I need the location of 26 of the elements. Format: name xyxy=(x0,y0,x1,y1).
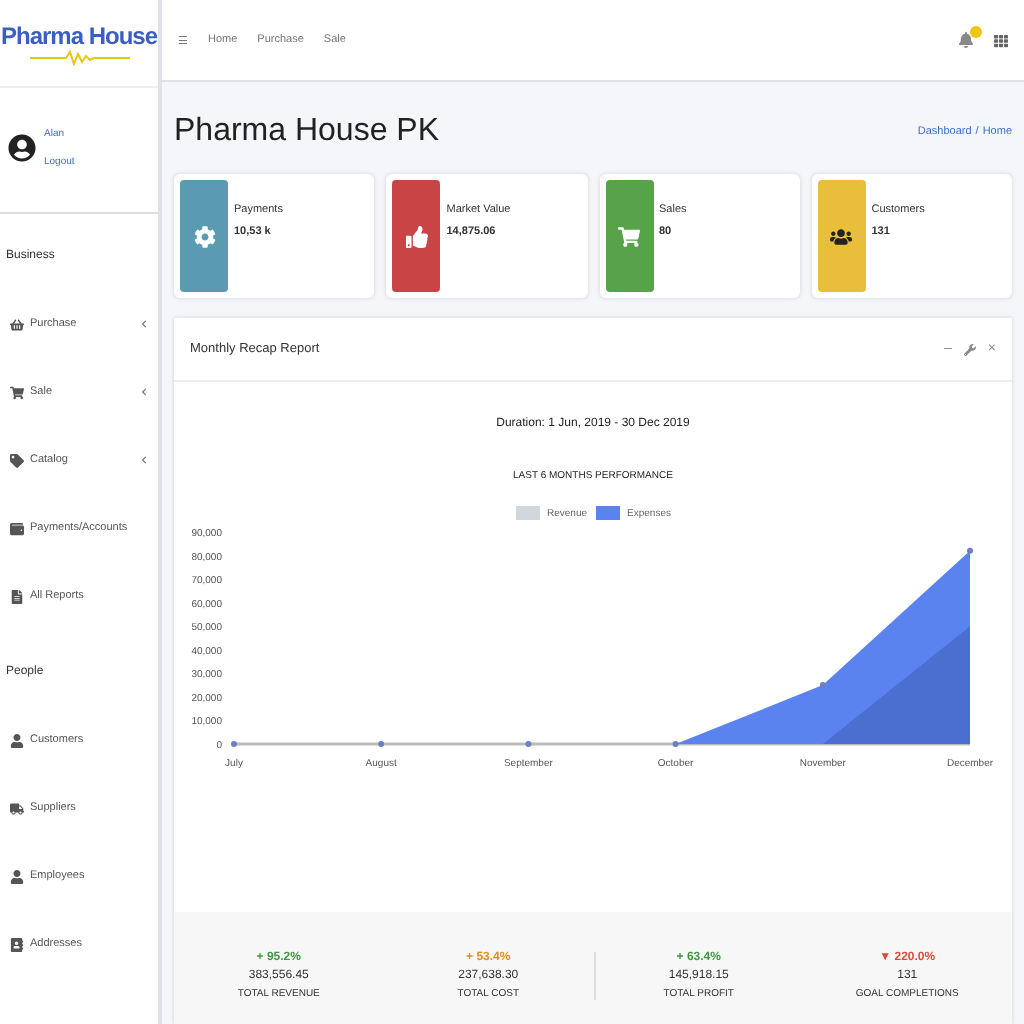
tag-icon xyxy=(10,453,24,467)
data-point xyxy=(525,741,532,747)
truck-icon xyxy=(10,801,24,815)
person-icon xyxy=(10,869,24,883)
notification-badge xyxy=(970,26,982,38)
data-point xyxy=(819,682,826,689)
bell-icon[interactable] xyxy=(958,32,974,48)
data-point xyxy=(378,741,385,747)
gear-icon xyxy=(193,225,215,247)
data-point xyxy=(231,741,237,747)
person-icon xyxy=(10,733,24,747)
cart-icon xyxy=(10,385,24,399)
thumbs-up-icon xyxy=(405,225,428,247)
cart-icon xyxy=(618,225,640,247)
address-book-icon xyxy=(10,937,24,951)
wrench-icon[interactable] xyxy=(963,343,976,355)
basket-icon xyxy=(10,317,24,331)
avatar-icon xyxy=(8,134,36,162)
users-icon xyxy=(830,225,853,247)
wallet-icon xyxy=(10,521,24,535)
page-title: Pharma House PK xyxy=(174,114,440,150)
data-point xyxy=(967,547,973,554)
document-icon xyxy=(10,589,24,603)
data-point xyxy=(672,741,679,747)
grid-icon[interactable] xyxy=(994,33,1008,47)
logo[interactable]: Pharma House xyxy=(0,0,158,88)
